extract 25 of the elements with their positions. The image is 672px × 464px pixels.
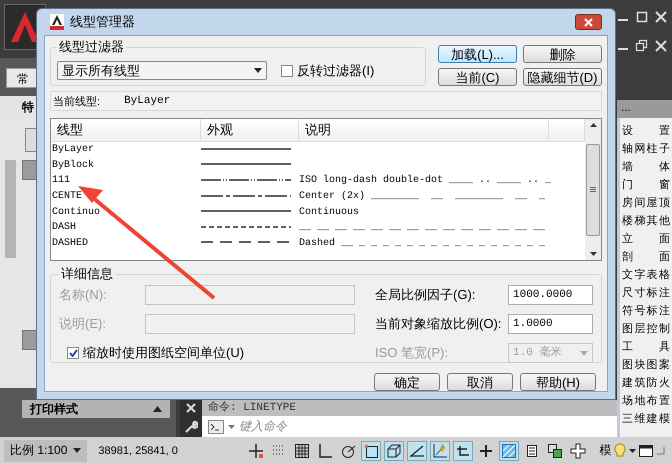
command-history: 命令: LINETYPE — [202, 400, 617, 416]
current-linetype-label: 当前线型: — [53, 94, 100, 108]
dropdown-value: 显示所有线型 — [62, 62, 140, 80]
field-label: 名称(N): — [59, 286, 108, 304]
command-placeholder: 键入命令 — [239, 418, 287, 435]
section-title: 打印样式 — [30, 400, 78, 418]
current-linetype-value: ByLayer — [124, 95, 170, 107]
checkbox-label: 反转过滤器(I) — [297, 62, 374, 80]
field-label: ISO 笔宽(P): — [375, 344, 449, 362]
palette-header: ... — [617, 100, 672, 118]
field-label: 说明(E): — [59, 315, 107, 333]
linetype-description: ISO long-dash double-dot ____ .. ____ .. _ — [299, 175, 552, 186]
field-label: 当前对象缩放比例(O): — [375, 315, 502, 333]
dropdown-value: 1.0 毫米 — [513, 344, 562, 361]
group-label: 线型过滤器 — [58, 38, 125, 56]
linetype-description: Dashed __ _ _ _ _ _ _ _ _ _ _ _ _ _ _ _ _ — [299, 238, 546, 249]
group-label: 详细信息 — [60, 265, 114, 283]
window-title: 线型管理器 — [70, 13, 135, 31]
checkbox-label: 缩放时使用图纸空间单位(U) — [83, 344, 244, 362]
linetype-description: Center (2x) ________ __ ________ __ _ — [299, 191, 546, 202]
field-label: 全局比例因子(G): — [375, 286, 476, 304]
scale-label: 比例 1:100 — [10, 442, 68, 459]
coordinates: 38981, 25841, 0 — [97, 444, 179, 456]
linetype-description: __ __ __ __ __ __ __ __ __ __ __ __ __ __ — [299, 222, 546, 234]
linetype-description: Continuous — [299, 206, 360, 218]
